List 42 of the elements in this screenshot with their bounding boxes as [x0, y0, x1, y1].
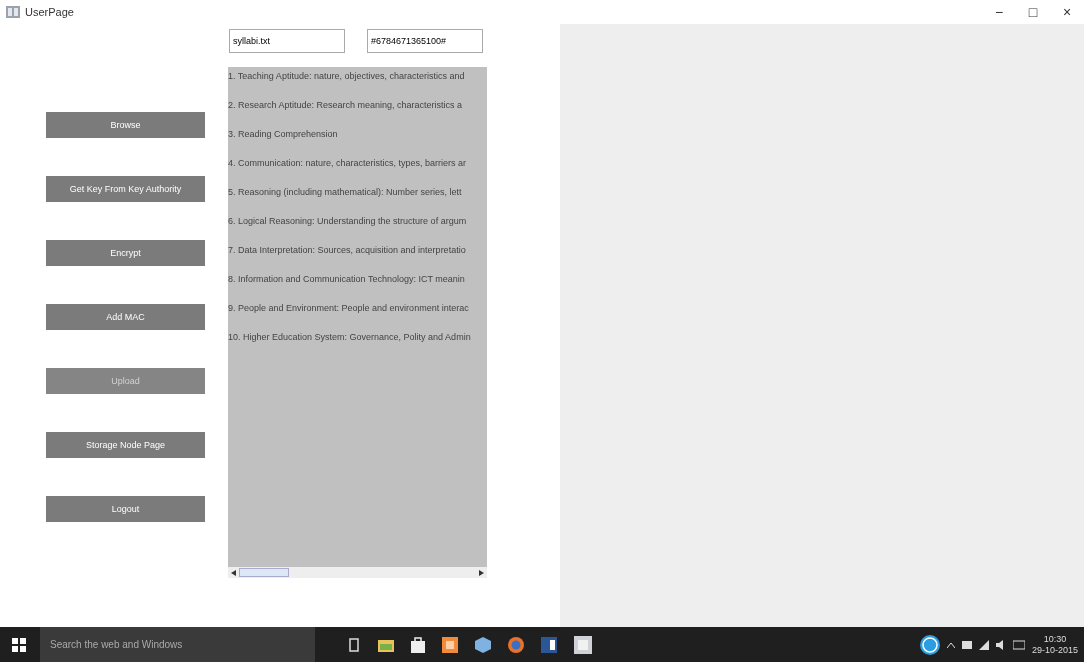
text-line: 7. Data Interpretation: Sources, acquisition and interpretatio: [228, 244, 467, 257]
text-line: 2. Research Aptitude: Research meaning, characteristics a: [228, 99, 464, 112]
minimize-button[interactable]: −: [982, 0, 1016, 24]
window-app-icon[interactable]: [574, 635, 592, 654]
clock-time[interactable]: 10:30: [1043, 633, 1067, 645]
app-icon[interactable]: [442, 636, 458, 653]
text-line: 6. Logical Reasoning: Understanding the structure of argum: [228, 215, 468, 228]
action-button[interactable]: Encrypt: [46, 240, 205, 266]
action-button[interactable]: Add MAC: [46, 304, 205, 330]
windows-start-icon[interactable]: [12, 637, 26, 652]
cube-icon[interactable]: [475, 636, 491, 653]
text-line: 4. Communication: nature, characteristics, types, barriers ar: [228, 157, 468, 170]
chevron-up-icon[interactable]: [946, 641, 955, 648]
shopping-bag-icon[interactable]: [411, 636, 425, 653]
network-icon[interactable]: [978, 639, 989, 650]
task-view-icon[interactable]: [347, 637, 361, 652]
text-line: 9. People and Environment: People and environment interac: [228, 302, 470, 315]
text-line: 5. Reasoning (including mathematical): Number series, lett: [228, 186, 463, 199]
action-button[interactable]: Get Key From Key Authority: [46, 176, 205, 202]
action-button[interactable]: Logout: [46, 496, 205, 522]
scroll-left-arrow-icon[interactable]: [231, 569, 236, 576]
speaker-icon[interactable]: [995, 639, 1006, 650]
scrollbar-thumb[interactable]: [239, 568, 289, 577]
action-button[interactable]: Storage Node Page: [46, 432, 205, 458]
key-field[interactable]: #6784671365100#: [367, 29, 483, 53]
folder-icon[interactable]: [378, 637, 394, 652]
text-line: 8. Information and Communication Technology: ICT meanin: [228, 273, 466, 286]
horizontal-scrollbar[interactable]: [228, 567, 487, 578]
scroll-right-arrow-icon[interactable]: [479, 569, 484, 576]
browser-icon[interactable]: [508, 636, 524, 653]
text-line: 3. Reading Comprehension: [228, 128, 339, 141]
action-button[interactable]: Browse: [46, 112, 205, 138]
clock-date[interactable]: 29-10-2015: [1031, 644, 1078, 656]
search-field[interactable]: Search the web and Windows: [40, 627, 315, 662]
maximize-button[interactable]: □: [1016, 0, 1050, 24]
document-icon[interactable]: [541, 636, 557, 653]
close-button[interactable]: ×: [1050, 0, 1084, 24]
app-icon: [6, 6, 20, 18]
text-line: 1. Teaching Aptitude: nature, objectives, characteristics and: [228, 70, 466, 83]
text-line: 10. Higher Education System: Governance, Polity and Admin: [228, 331, 472, 344]
file-name-field[interactable]: syllabi.txt: [229, 29, 345, 53]
window-title: UserPage: [25, 6, 74, 18]
